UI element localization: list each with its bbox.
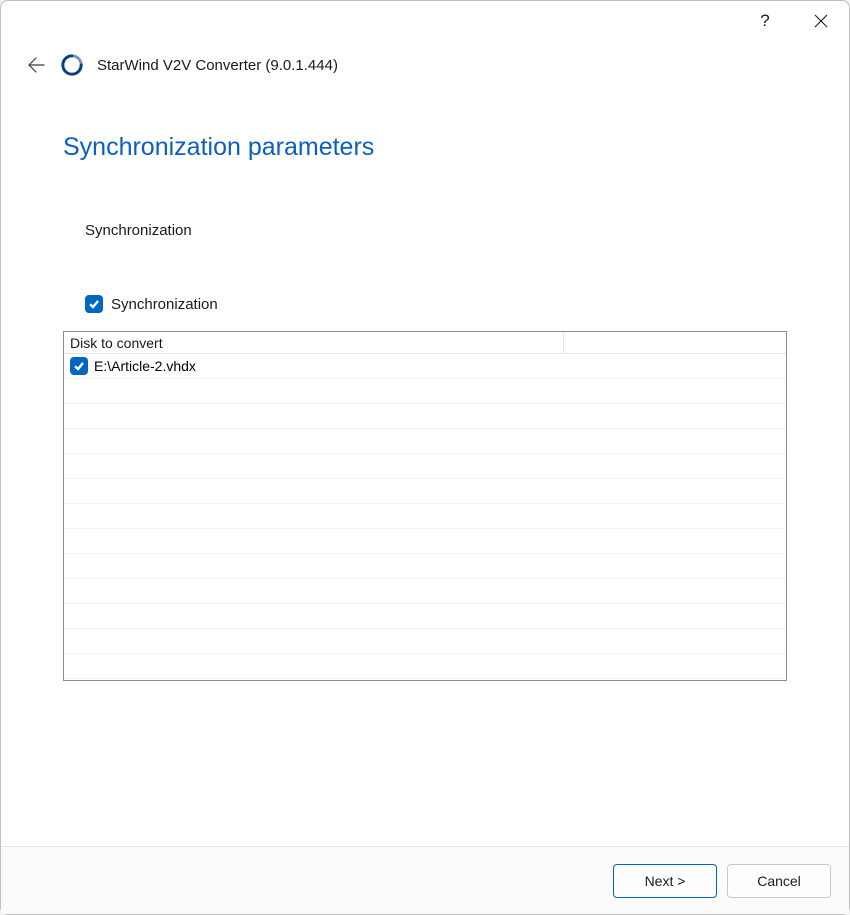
table-cell-col2 [564, 354, 786, 378]
sync-checkbox-label: Synchronization [111, 296, 218, 313]
footer: Next > Cancel [1, 846, 849, 914]
table-row-empty [64, 604, 786, 629]
sync-checkbox-row: Synchronization [85, 295, 787, 313]
back-arrow-icon [24, 54, 46, 76]
table-row-empty [64, 554, 786, 579]
table-row-empty [64, 479, 786, 504]
next-button[interactable]: Next > [613, 864, 717, 898]
cancel-button[interactable]: Cancel [727, 864, 831, 898]
table-header-row: Disk to convert [64, 332, 786, 354]
table-row[interactable]: E:\Article-2.vhdx [64, 354, 786, 379]
close-icon [814, 14, 828, 28]
content-area: Synchronization parameters Synchronizati… [1, 81, 849, 846]
table-row-empty [64, 529, 786, 554]
table-row-empty [64, 454, 786, 479]
header: StarWind V2V Converter (9.0.1.444) [1, 41, 849, 81]
page-title: Synchronization parameters [63, 133, 787, 162]
table-header-disk[interactable]: Disk to convert [64, 332, 564, 354]
table-row-empty [64, 654, 786, 679]
table-body: E:\Article-2.vhdx [64, 354, 786, 680]
table-header-col2[interactable] [564, 332, 786, 354]
section-label: Synchronization [85, 222, 787, 239]
sync-checkbox[interactable] [85, 295, 103, 313]
table-row-empty [64, 629, 786, 654]
row-checkbox[interactable] [70, 357, 88, 375]
table-row-empty [64, 504, 786, 529]
table-row-empty [64, 429, 786, 454]
table-row-empty [64, 579, 786, 604]
table-row-empty [64, 379, 786, 404]
table-cell-disk: E:\Article-2.vhdx [64, 354, 564, 378]
app-window: ? StarWind V2V Converter (9.0.1.444) Syn… [0, 0, 850, 915]
titlebar: ? [1, 1, 849, 41]
app-title: StarWind V2V Converter (9.0.1.444) [97, 57, 338, 74]
disk-table: Disk to convert E:\Article-2.vhdx [63, 331, 787, 681]
help-icon: ? [760, 11, 769, 31]
app-logo-icon [61, 54, 83, 76]
checkmark-icon [73, 360, 85, 372]
help-button[interactable]: ? [755, 11, 775, 31]
checkmark-icon [88, 298, 100, 310]
back-button[interactable] [23, 53, 47, 77]
disk-path-label: E:\Article-2.vhdx [94, 358, 196, 374]
table-row-empty [64, 404, 786, 429]
close-button[interactable] [811, 11, 831, 31]
